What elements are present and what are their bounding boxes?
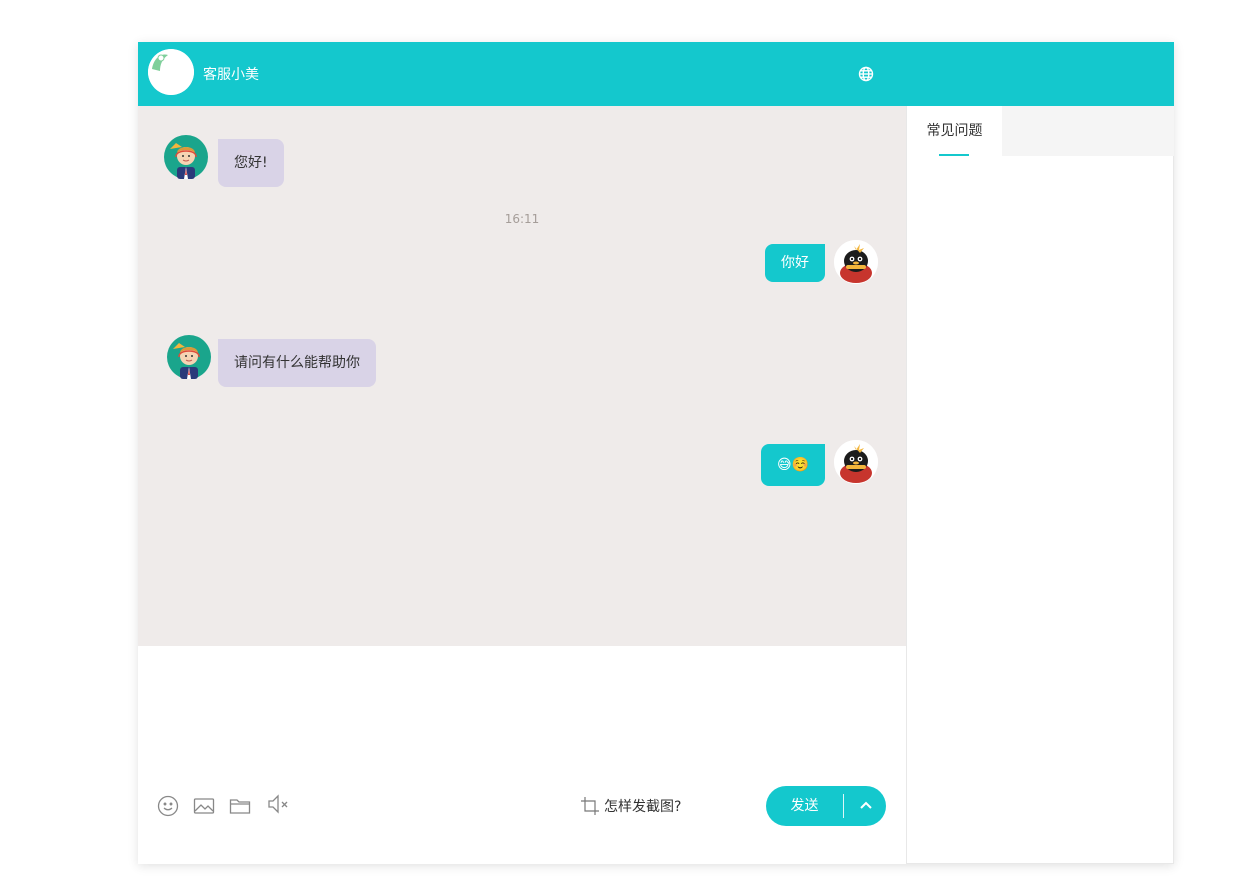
sound-mute-icon[interactable] [266, 792, 292, 818]
emoji-icon[interactable] [156, 794, 182, 820]
globe-icon[interactable] [858, 66, 874, 82]
chevron-up-icon [860, 801, 872, 809]
message-input-area[interactable]: 怎样发截图? 发送 [138, 646, 906, 864]
screenshot-hint-label: 怎样发截图? [604, 799, 682, 815]
agent-avatar-icon [167, 335, 211, 379]
agent-message: 请问有什么能帮助你 [218, 339, 376, 387]
send-button-group: 发送 [766, 786, 886, 826]
crop-icon [581, 797, 599, 815]
agent-name: 客服小美 [203, 67, 259, 83]
user-avatar-icon [834, 240, 878, 284]
send-divider [843, 794, 844, 818]
user-message: 你好 [765, 244, 825, 282]
message-timestamp: 16:11 [504, 212, 540, 226]
agent-message: 您好! [218, 139, 284, 187]
folder-icon[interactable] [228, 794, 254, 820]
send-button[interactable]: 发送 [766, 786, 843, 826]
chat-header: 客服小美 [138, 42, 1174, 106]
agent-avatar-icon [164, 135, 208, 179]
agent-logo-icon [148, 49, 194, 95]
tab-active-indicator [939, 154, 969, 156]
tab-faq[interactable]: 常见问题 [907, 106, 1002, 156]
tab-faq-label: 常见问题 [926, 123, 983, 139]
user-message: 😅☺️ [760, 444, 825, 486]
screenshot-hint[interactable]: 怎样发截图? [580, 796, 681, 816]
message-list[interactable]: 您好! 16:11 你好 请问有什么能帮助你 😅☺️ [138, 106, 906, 646]
sidebar-tabs: 常见问题 [907, 106, 1174, 156]
faq-sidebar: 常见问题 [906, 106, 1174, 864]
send-options-button[interactable] [846, 786, 886, 826]
chat-window: 客服小美 您好! 16:11 你好 请问有什么能帮助你 😅☺️ 怎样发截图? 发… [138, 42, 1174, 864]
image-icon[interactable] [192, 794, 218, 820]
user-avatar-icon [834, 440, 878, 484]
